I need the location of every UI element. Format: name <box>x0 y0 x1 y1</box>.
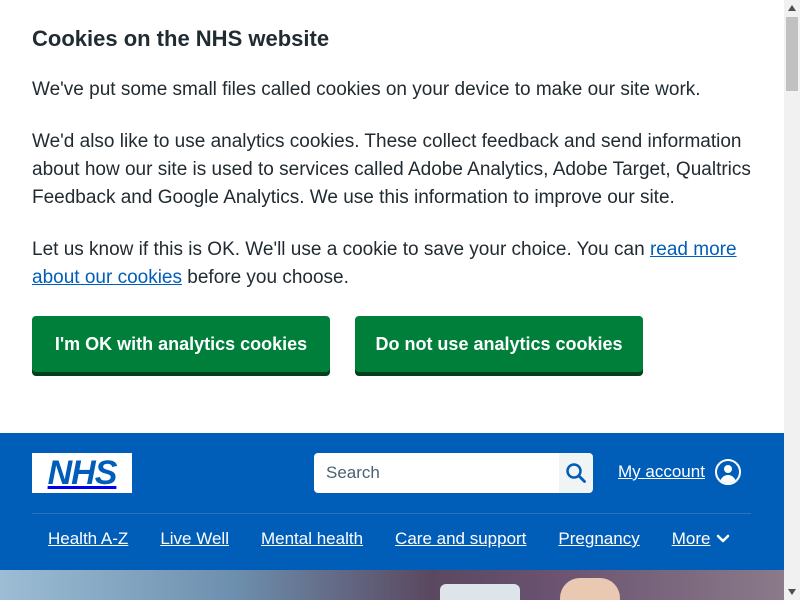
cookie-banner-title: Cookies on the NHS website <box>32 26 330 51</box>
user-circle-icon <box>714 459 741 485</box>
accept-analytics-cookies-button[interactable]: I'm OK with analytics cookies <box>32 316 330 372</box>
nav-item-health-a-z[interactable]: Health A-Z <box>32 529 144 549</box>
search-bar <box>314 453 593 493</box>
nhs-header: NHS My account Health A-Z Live Well Ment… <box>0 433 784 570</box>
my-account-label: My account <box>618 462 705 481</box>
cookie-consent-text-after: before you choose. <box>182 267 349 288</box>
nav-more-label: More <box>671 529 711 548</box>
scroll-down-arrow-icon[interactable] <box>784 584 800 600</box>
my-account-link[interactable]: My account <box>618 459 741 485</box>
cookie-analytics-text: We'd also like to use analytics cookies.… <box>32 131 751 208</box>
nav-item-live-well[interactable]: Live Well <box>144 529 245 549</box>
nav-item-mental-health[interactable]: Mental health <box>245 529 379 549</box>
search-button[interactable] <box>559 453 593 493</box>
nhs-logo: NHS <box>47 454 118 492</box>
hero-image <box>0 570 784 600</box>
cookie-consent-text: Let us know if this is OK. We'll use a c… <box>32 236 752 292</box>
nav-item-care-and-support[interactable]: Care and support <box>379 529 542 549</box>
scrollbar-thumb[interactable] <box>786 17 798 91</box>
search-icon <box>566 463 586 483</box>
header-divider <box>32 513 751 514</box>
scroll-up-arrow-icon[interactable] <box>784 0 800 16</box>
nav-more-button[interactable]: More <box>656 529 747 549</box>
cookie-button-row: I'm OK with analytics cookies Do not use… <box>32 316 752 372</box>
reject-analytics-cookies-button[interactable]: Do not use analytics cookies <box>355 316 643 372</box>
nav-item-pregnancy[interactable]: Pregnancy <box>542 529 655 549</box>
search-input[interactable] <box>314 453 559 493</box>
page-viewport: Cookies on the NHS website We've put som… <box>0 0 784 600</box>
nhs-logo-link[interactable]: NHS <box>32 453 132 493</box>
page-scrollbar[interactable] <box>784 0 800 600</box>
cookie-banner: Cookies on the NHS website We've put som… <box>0 0 784 433</box>
chevron-down-icon <box>717 534 730 543</box>
cookie-consent-text-before: Let us know if this is OK. We'll use a c… <box>32 239 650 260</box>
primary-nav: Health A-Z Live Well Mental health Care … <box>32 529 746 549</box>
cookie-intro-text: We've put some small files called cookie… <box>32 79 701 100</box>
